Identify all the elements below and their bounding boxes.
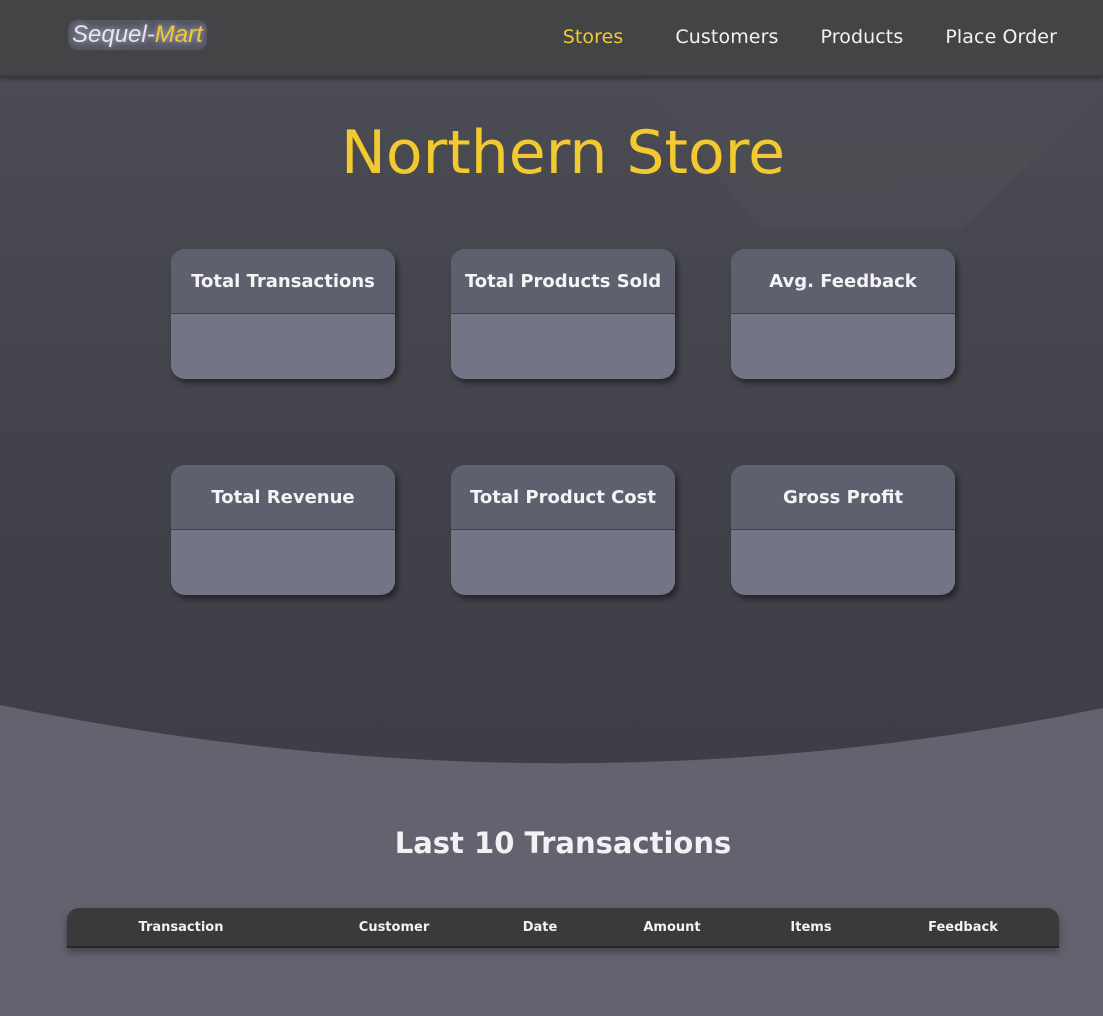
logo-text-part2: Mart xyxy=(154,21,203,48)
nav-links: Stores Customers Products Place Order xyxy=(521,26,1057,48)
column-header-amount[interactable]: Amount xyxy=(643,920,700,935)
sequel-mart-logo[interactable]: Sequel-Mart xyxy=(68,20,207,50)
stat-card-gross-profit: Gross Profit xyxy=(731,465,955,595)
column-header-customer[interactable]: Customer xyxy=(359,920,429,935)
nav-item-stores[interactable]: Stores xyxy=(563,26,624,48)
column-header-feedback[interactable]: Feedback xyxy=(928,920,998,935)
nav-item-customers[interactable]: Customers xyxy=(675,26,778,48)
stat-card-value xyxy=(731,530,955,595)
stat-card-label: Total Product Cost xyxy=(451,465,675,530)
transactions-table: Transaction Customer Date Amount Items F… xyxy=(67,908,1059,948)
stat-card-total-products-sold: Total Products Sold xyxy=(451,249,675,379)
stat-card-value xyxy=(731,314,955,379)
nav-item-place-order[interactable]: Place Order xyxy=(945,26,1057,48)
stat-card-total-product-cost: Total Product Cost xyxy=(451,465,675,595)
column-header-items[interactable]: Items xyxy=(790,920,831,935)
logo-text-part1: Sequel xyxy=(72,21,147,48)
logo-separator: - xyxy=(146,21,155,48)
stat-card-label: Gross Profit xyxy=(731,465,955,530)
stat-card-value xyxy=(451,314,675,379)
column-header-date[interactable]: Date xyxy=(523,920,558,935)
stat-card-label: Total Products Sold xyxy=(451,249,675,314)
nav-item-products[interactable]: Products xyxy=(821,26,904,48)
stat-card-total-revenue: Total Revenue xyxy=(171,465,395,595)
transactions-section-title: Last 10 Transactions xyxy=(394,826,732,860)
stat-card-label: Avg. Feedback xyxy=(731,249,955,314)
stat-card-value xyxy=(451,530,675,595)
top-navbar: Sequel-Mart Stores Customers Products Pl… xyxy=(0,0,1103,77)
stat-card-label: Total Transactions xyxy=(171,249,395,314)
stat-card-value xyxy=(171,314,395,379)
page-title: Northern Store xyxy=(340,118,786,188)
stat-card-avg-feedback: Avg. Feedback xyxy=(731,249,955,379)
column-header-transaction[interactable]: Transaction xyxy=(139,920,224,935)
stat-card-label: Total Revenue xyxy=(171,465,395,530)
stat-card-value xyxy=(171,530,395,595)
stat-card-total-transactions: Total Transactions xyxy=(171,249,395,379)
